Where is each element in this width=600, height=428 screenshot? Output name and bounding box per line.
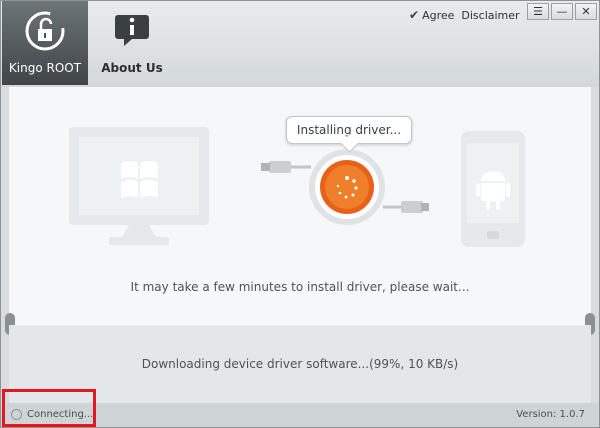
agree-label: Agree (422, 8, 455, 22)
main-content: Installing driver... It may take a few m… (9, 87, 591, 325)
unlock-icon (25, 11, 65, 51)
download-status: Downloading device driver software...(99… (141, 357, 459, 371)
menu-icon: ☰ (533, 5, 543, 18)
nav-about-us-label: About Us (101, 61, 163, 75)
menu-button[interactable]: ☰ (527, 3, 549, 20)
nav-about-us[interactable]: About Us (89, 1, 175, 85)
computer-monitor-icon (69, 127, 209, 245)
disclaimer-link[interactable]: Disclaimer (461, 9, 519, 22)
minimize-icon: — (556, 5, 568, 18)
window-controls: ☰ — ✕ (527, 3, 597, 20)
usb-connection-icon (261, 149, 429, 225)
close-icon: ✕ (581, 5, 591, 18)
highlight-annotation (2, 389, 96, 427)
close-button[interactable]: ✕ (575, 3, 597, 20)
android-phone-icon (461, 131, 525, 247)
nav-kingo-root[interactable]: Kingo ROOT (2, 1, 88, 85)
checkmark-icon[interactable]: ✔ (409, 8, 419, 22)
top-bar: Kingo ROOT About Us ✔ Agree Disclaimer ☰… (1, 1, 599, 87)
version-label: Version: 1.0.7 (516, 409, 585, 420)
status-bubble: Installing driver... (286, 116, 412, 144)
download-panel: Downloading device driver software...(99… (9, 325, 591, 403)
nav-kingo-root-label: Kingo ROOT (8, 61, 82, 75)
wait-message: It may take a few minutes to install dri… (130, 280, 470, 294)
minimize-button[interactable]: — (551, 3, 573, 20)
agree-disclaimer[interactable]: ✔ Agree Disclaimer (409, 7, 520, 23)
info-bubble-icon (115, 15, 149, 46)
kingo-root-window: Kingo ROOT About Us ✔ Agree Disclaimer ☰… (0, 0, 600, 428)
